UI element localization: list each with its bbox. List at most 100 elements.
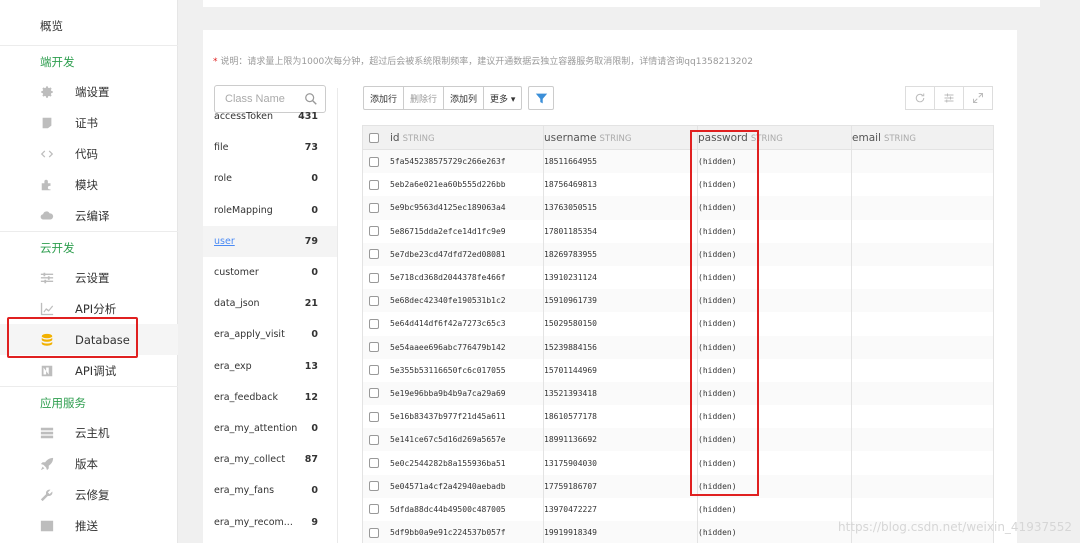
class-list-item[interactable]: customer 0 [203,257,337,288]
columns-button[interactable] [934,86,964,110]
table-row[interactable]: 5e141ce67c5d16d269a5657e 18991136692 (hidd… [363,428,993,452]
refresh-button[interactable] [905,86,935,110]
cell-id[interactable]: 5e68dec42340fe190531b1c2 [390,296,544,305]
row-checkbox[interactable] [369,202,379,213]
table-row[interactable]: 5eb2a6e021ea60b555d226bb 18756469813 (hidd… [363,173,993,196]
column-header-username[interactable]: username STRING [544,132,698,144]
cell-username[interactable]: 15029580150 [544,319,698,328]
expand-button[interactable] [963,86,993,110]
row-checkbox[interactable] [369,434,379,445]
cell-username[interactable]: 19919918349 [544,528,698,537]
cell-password[interactable]: (hidden) [698,528,852,537]
row-checkbox[interactable] [369,156,379,167]
cell-username[interactable]: 13970472227 [544,505,698,514]
cell-password[interactable]: (hidden) [698,505,852,514]
row-checkbox[interactable] [369,411,379,422]
row-checkbox[interactable] [369,365,379,376]
cell-id[interactable]: 5e718cd368d2044378fe466f [390,273,544,282]
sidebar-item-certificate[interactable]: 证书 [0,107,178,138]
sidebar-item-cloud-host[interactable]: 云主机 [0,417,178,448]
cell-id[interactable]: 5e0c2544282b8a155936ba51 [390,459,544,468]
cell-username[interactable]: 15701144969 [544,366,698,375]
cell-id[interactable]: 5dfda88dc44b49500c487005 [390,505,544,514]
row-checkbox[interactable] [369,342,379,353]
cell-username[interactable]: 18511664955 [544,157,698,166]
cell-username[interactable]: 15239884156 [544,343,698,352]
column-header-email[interactable]: email STRING [852,132,992,144]
add-column-button[interactable]: 添加列 [443,86,485,110]
row-checkbox[interactable] [369,179,379,190]
sidebar-item-version[interactable]: 版本 [0,448,178,479]
class-list-item[interactable]: accessToken 431 [203,101,337,132]
column-header-id[interactable]: id STRING [390,132,544,144]
row-checkbox[interactable] [369,504,379,515]
row-checkbox[interactable] [369,527,379,538]
class-list-item[interactable]: era_my_collect 87 [203,444,337,475]
cell-id[interactable]: 5e04571a4cf2a42940aebadb [390,482,544,491]
class-list-item[interactable]: roleMapping 0 [203,195,337,226]
class-list-item[interactable]: era_my_fans 0 [203,475,337,506]
cell-id[interactable]: 5e86715dda2efce14d1fc9e9 [390,227,544,236]
row-checkbox[interactable] [369,481,379,492]
table-row[interactable]: 5e16b83437b977f21d45a611 18610577178 (hidd… [363,405,993,428]
row-checkbox[interactable] [369,295,379,306]
class-list-item[interactable]: era_apply_visit 0 [203,319,337,350]
cell-id[interactable]: 5e355b53116650fc6c017055 [390,366,544,375]
class-list-item[interactable]: era_feedback 12 [203,382,337,413]
table-row[interactable]: 5e04571a4cf2a42940aebadb 17759186707 (hidd… [363,474,993,498]
cell-username[interactable]: 18756469813 [544,180,698,189]
cell-username[interactable]: 18991136692 [544,435,698,444]
cell-username[interactable]: 13763050515 [544,203,698,212]
cell-username[interactable]: 18610577178 [544,412,698,421]
table-row[interactable]: 5e68dec42340fe190531b1c2 15910961739 (hidd… [363,289,993,313]
add-row-button[interactable]: 添加行 [363,86,405,110]
table-row[interactable]: 5e54aaee696abc776479b142 15239884156 (hidd… [363,335,993,359]
row-checkbox[interactable] [369,249,379,260]
cell-username[interactable]: 13175904030 [544,459,698,468]
class-list-item[interactable]: era_my_recom... 9 [203,507,337,538]
cell-id[interactable]: 5e9bc9563d4125ec189063a4 [390,203,544,212]
table-row[interactable]: 5dfda88dc44b49500c487005 13970472227 (hidd… [363,498,993,521]
row-checkbox[interactable] [369,458,379,469]
table-row[interactable]: 5e718cd368d2044378fe466f 13910231124 (hidd… [363,266,993,289]
table-row[interactable]: 5e9bc9563d4125ec189063a4 13763050515 (hidd… [363,196,993,220]
class-list-item[interactable]: role 0 [203,163,337,194]
class-list-item[interactable]: era_exp 13 [203,351,337,382]
cell-id[interactable]: 5e7dbe23cd47dfd72ed08081 [390,250,544,259]
select-all-checkbox[interactable] [369,132,379,143]
cell-id[interactable]: 5df9bb0a9e91c224537b057f [390,528,544,537]
cell-id[interactable]: 5e54aaee696abc776479b142 [390,343,544,352]
cell-username[interactable]: 13521393418 [544,389,698,398]
class-list-item[interactable]: data_json 21 [203,288,337,319]
table-row[interactable]: 5e86715dda2efce14d1fc9e9 17801185354 (hidd… [363,220,993,243]
table-row[interactable]: 5e64d414df6f42a7273c65c3 15029580150 (hidd… [363,312,993,335]
class-list-item[interactable]: file 73 [203,132,337,163]
table-row[interactable]: 5e0c2544282b8a155936ba51 13175904030 (hidd… [363,451,993,474]
table-row[interactable]: 5fa545238575729c266e263f 18511664955 (hidd… [363,150,993,174]
delete-row-button[interactable]: 删除行 [403,86,445,110]
sidebar-item-push[interactable]: 推送 [0,510,178,541]
class-list-item[interactable]: user 79 [203,225,337,257]
sidebar-item-cloud-compile[interactable]: 云编译 [0,200,178,231]
cell-id[interactable]: 5eb2a6e021ea60b555d226bb [390,180,544,189]
sidebar-item-api-debug[interactable]: API调试 [0,355,178,386]
more-dropdown[interactable]: 更多 ▾ [483,86,523,110]
table-row[interactable]: 5e355b53116650fc6c017055 15701144969 (hidd… [363,359,993,382]
row-checkbox[interactable] [369,388,379,399]
class-list-item[interactable]: era_my_attention 0 [203,413,337,444]
cell-id[interactable]: 5e64d414df6f42a7273c65c3 [390,319,544,328]
cell-id[interactable]: 5e141ce67c5d16d269a5657e [390,435,544,444]
row-checkbox[interactable] [369,226,379,237]
cell-id[interactable]: 5fa545238575729c266e263f [390,157,544,166]
cell-id[interactable]: 5e16b83437b977f21d45a611 [390,412,544,421]
sidebar-item-cloud-fix[interactable]: 云修复 [0,479,178,510]
cell-username[interactable]: 17759186707 [544,482,698,491]
cell-id[interactable]: 5e19e96bba9b4b9a7ca29a69 [390,389,544,398]
sidebar-item-module[interactable]: 模块 [0,169,178,200]
table-row[interactable]: 5e7dbe23cd47dfd72ed08081 18269783955 (hidd… [363,242,993,266]
filter-button[interactable] [528,86,555,110]
cell-username[interactable]: 13910231124 [544,273,698,282]
row-checkbox[interactable] [369,318,379,329]
row-checkbox[interactable] [369,272,379,283]
sidebar-item-cloud-settings[interactable]: 云设置 [0,262,178,293]
